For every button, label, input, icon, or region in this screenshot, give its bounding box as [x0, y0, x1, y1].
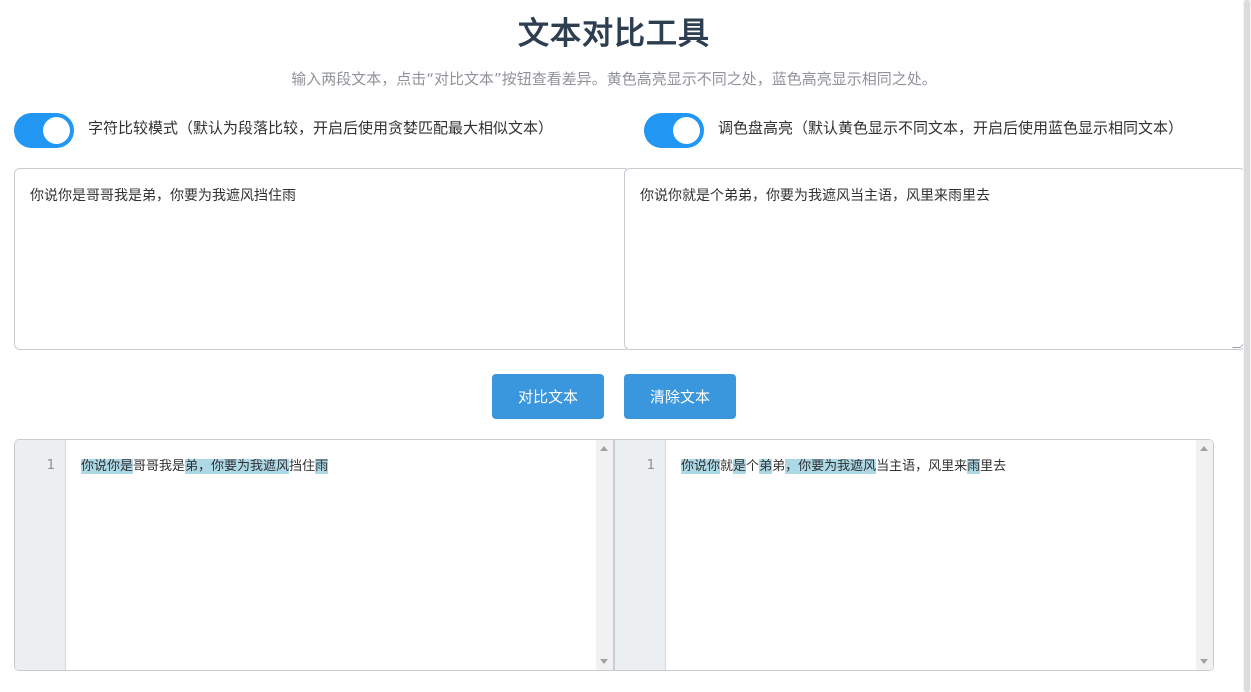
page-scrollbar[interactable] [1243, 0, 1251, 692]
line-gutter: 1 [15, 440, 66, 670]
scroll-up-icon[interactable] [600, 446, 608, 451]
scrollbar[interactable] [596, 440, 613, 670]
right-text-input[interactable]: 你说你就是个弟弟，你要为我遮风当主语，风里来雨里去 [624, 168, 1246, 350]
page-title: 文本对比工具 [518, 16, 710, 52]
compare-button[interactable]: 对比文本 [492, 374, 604, 419]
diff-changed-segment: 当主语，风里来 [876, 459, 968, 474]
diff-same-segment: 你说你 [681, 459, 721, 474]
diff-changed-segment: 弟 [772, 459, 786, 474]
clear-button[interactable]: 清除文本 [624, 374, 736, 419]
scroll-down-icon[interactable] [1200, 659, 1208, 664]
left-text-input[interactable]: 你说你是哥哥我是弟，你要为我遮风挡住雨 [14, 168, 630, 350]
diff-same-segment: 雨 [967, 459, 981, 474]
diff-same-segment: 弟，你要为我遮风 [185, 459, 290, 474]
diff-changed-segment: 挡住 [289, 459, 316, 474]
diff-same-segment: 你说你是 [81, 459, 134, 474]
diff-right-line: 你说你就是个弟弟，你要为我遮风当主语，风里来雨里去 [681, 458, 1006, 476]
char-mode-label: 字符比较模式（默认为段落比较，开启后使用贪婪匹配最大相似文本） [88, 119, 554, 137]
diff-view: 1 你说你是哥哥我是弟，你要为我遮风挡住雨 1 你说你就是个弟弟，你要为我遮风当… [14, 439, 1214, 671]
line-number: 1 [646, 458, 655, 473]
line-number: 1 [46, 458, 55, 473]
diff-changed-segment: 个 [746, 459, 760, 474]
diff-same-segment: 雨 [315, 459, 329, 474]
diff-right-pane: 1 你说你就是个弟弟，你要为我遮风当主语，风里来雨里去 [615, 440, 1213, 670]
diff-changed-segment: 里去 [980, 459, 1007, 474]
page-subtitle: 输入两段文本，点击“对比文本”按钮查看差异。黄色高亮显示不同之处，蓝色高亮显示相… [291, 70, 937, 88]
palette-toggle[interactable] [644, 113, 704, 148]
diff-changed-segment: 就 [720, 459, 734, 474]
toggle-knob [43, 117, 70, 144]
diff-left-line: 你说你是哥哥我是弟，你要为我遮风挡住雨 [81, 458, 329, 476]
diff-left-pane: 1 你说你是哥哥我是弟，你要为我遮风挡住雨 [15, 440, 613, 670]
scroll-up-icon[interactable] [1200, 446, 1208, 451]
diff-same-segment: ，你要为我遮风 [785, 459, 877, 474]
diff-same-segment: 弟 [759, 459, 773, 474]
toggle-knob [673, 117, 700, 144]
line-gutter: 1 [615, 440, 666, 670]
palette-label: 调色盘高亮（默认黄色显示不同文本，开启后使用蓝色显示相同文本） [718, 119, 1184, 137]
diff-changed-segment: 哥哥我是 [133, 459, 186, 474]
scrollbar[interactable] [1196, 440, 1213, 670]
diff-same-segment: 是 [733, 459, 747, 474]
char-mode-toggle[interactable] [14, 113, 74, 148]
scroll-down-icon[interactable] [600, 659, 608, 664]
page-scrollbar-thumb[interactable] [1244, 0, 1250, 692]
